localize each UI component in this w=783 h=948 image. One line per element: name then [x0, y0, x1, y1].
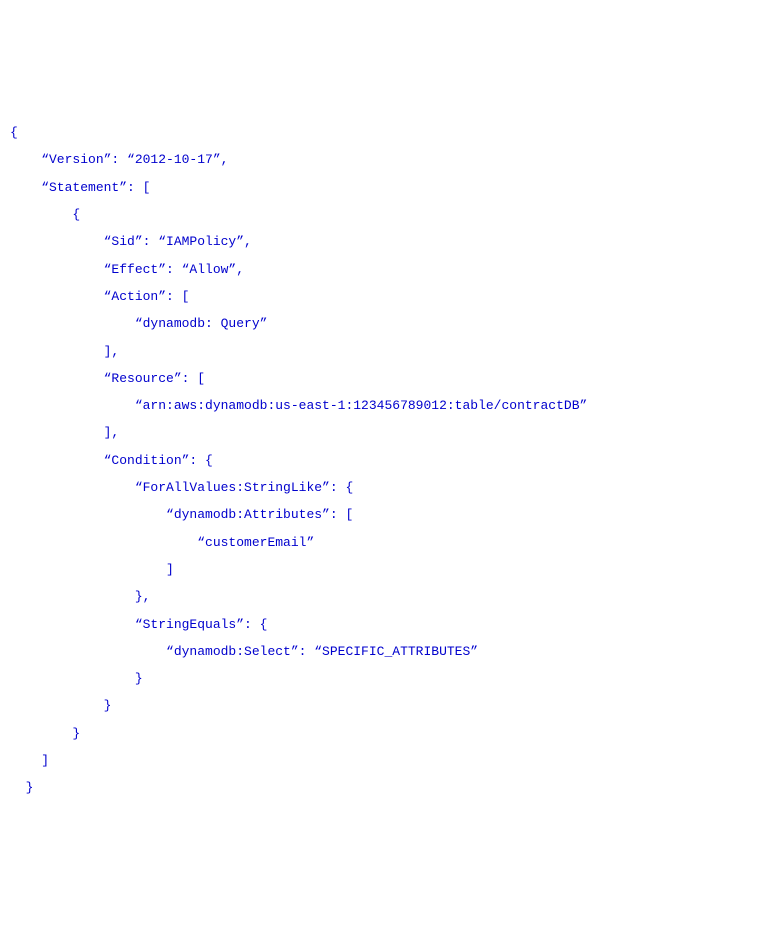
iam-policy-code: { “Version”: “2012-10-17”, “Statement”: … [10, 119, 773, 801]
